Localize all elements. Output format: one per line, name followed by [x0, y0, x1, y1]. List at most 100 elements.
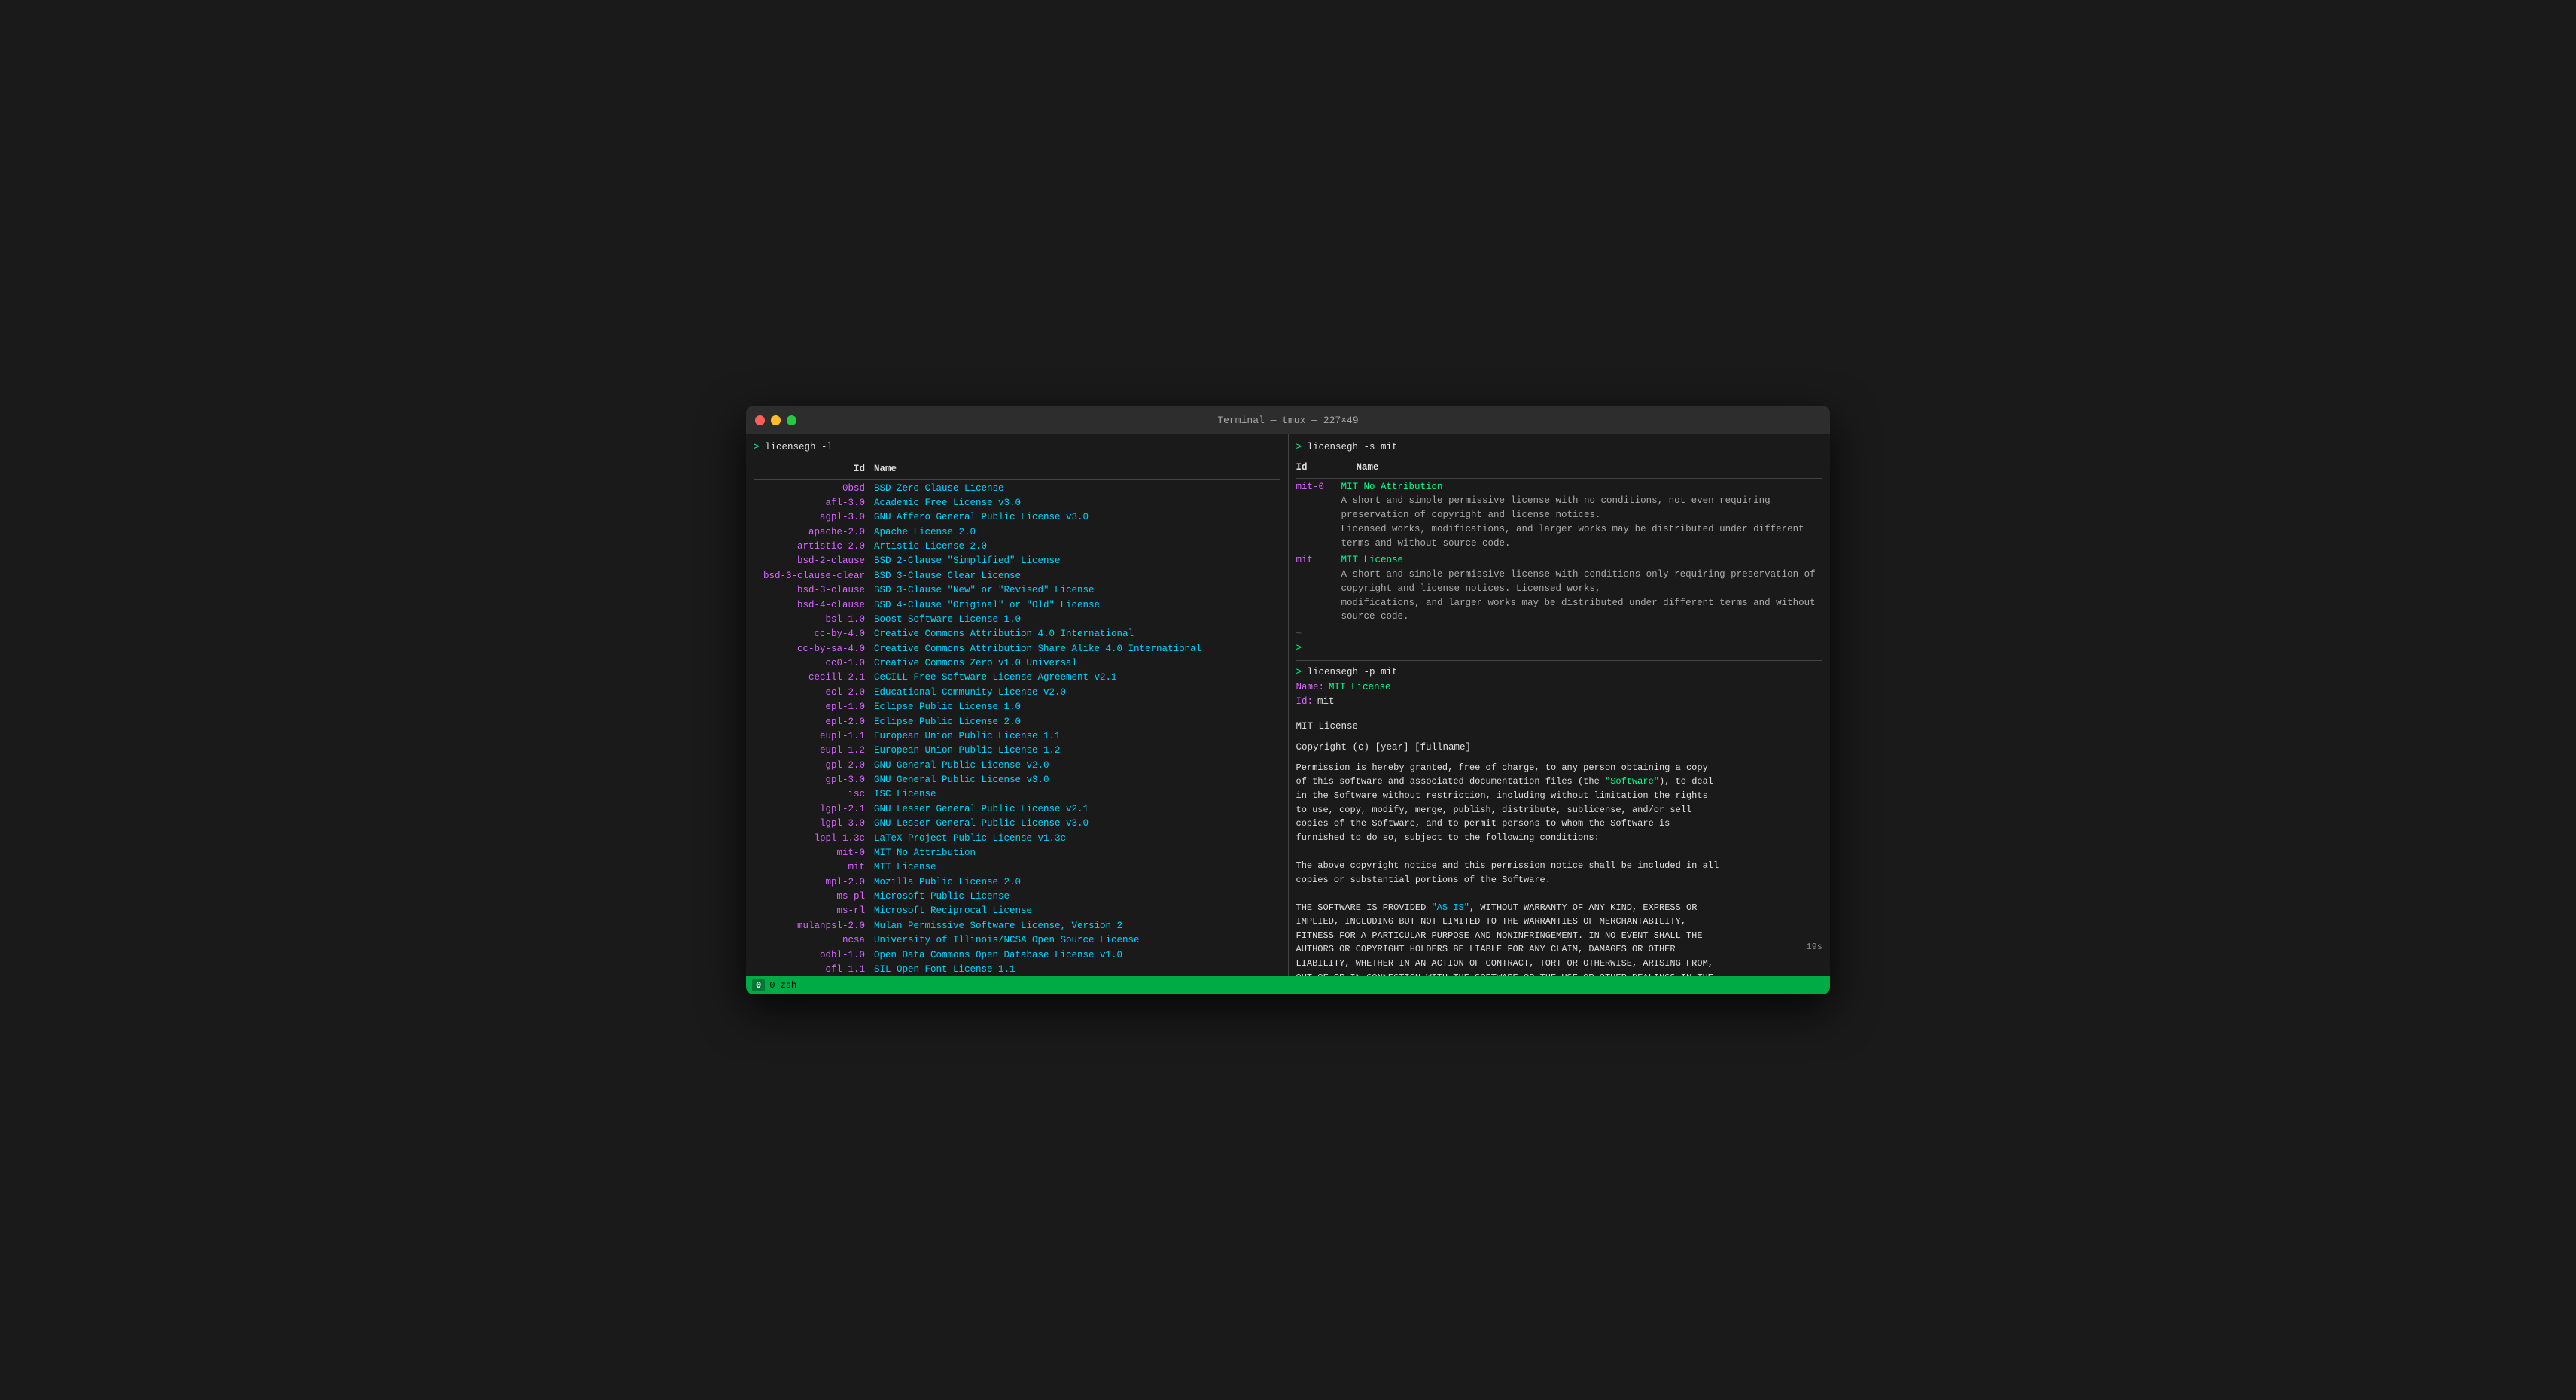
list-item: lppl-1.3cLaTeX Project Public License v1…	[754, 832, 1280, 846]
search-table-header: Id Name	[1296, 458, 1823, 479]
license-row-name: BSD 2-Clause "Simplified" License	[874, 554, 1061, 568]
list-item: iscISC License	[754, 787, 1280, 802]
search-result-2: mit MIT License A short and simple permi…	[1296, 553, 1823, 624]
license-row-name: GNU Affero General Public License v3.0	[874, 510, 1089, 525]
list-item: bsd-4-clauseBSD 4-Clause "Original" or "…	[754, 598, 1280, 613]
license-row-name: GNU General Public License v3.0	[874, 773, 1049, 787]
list-item: ofl-1.1SIL Open Font License 1.1	[754, 963, 1280, 976]
list-item: bsd-3-clauseBSD 3-Clause "New" or "Revis…	[754, 583, 1280, 598]
list-item: bsd-2-clauseBSD 2-Clause "Simplified" Li…	[754, 554, 1280, 568]
license-row-id: gpl-3.0	[754, 773, 874, 787]
list-item: artistic-2.0Artistic License 2.0	[754, 540, 1280, 554]
result-1-id: mit-0	[1296, 480, 1341, 495]
time-indicator: 19s	[1806, 940, 1822, 954]
license-row-name: Eclipse Public License 2.0	[874, 715, 1021, 729]
right-pane[interactable]: > licensegh -s mit Id Name mit-0 MIT No …	[1289, 434, 1831, 976]
list-item: odbl-1.0Open Data Commons Open Database …	[754, 948, 1280, 963]
license-row-id: ms-pl	[754, 890, 874, 904]
list-item: mit-0MIT No Attribution	[754, 846, 1280, 860]
search-command: licensegh -s mit	[1308, 442, 1398, 452]
license-row-id: bsd-3-clause	[754, 583, 874, 598]
list-item: cc0-1.0Creative Commons Zero v1.0 Univer…	[754, 656, 1280, 671]
license-row-name: Eclipse Public License 1.0	[874, 700, 1021, 714]
list-item: epl-2.0Eclipse Public License 2.0	[754, 715, 1280, 729]
search-header-id: Id	[1296, 461, 1357, 475]
license-row-name: Artistic License 2.0	[874, 540, 987, 554]
license-row-id: mit	[754, 860, 874, 875]
list-item: 0bsdBSD Zero Clause License	[754, 482, 1280, 496]
license-row-id: lppl-1.3c	[754, 832, 874, 846]
license-list: 0bsdBSD Zero Clause Licenseafl-3.0Academ…	[754, 482, 1280, 977]
license-row-id: ms-rl	[754, 904, 874, 918]
minimize-button[interactable]	[771, 415, 781, 425]
shell-label: 0 zsh	[769, 980, 796, 991]
left-pane[interactable]: > licensegh -l Id Name 0bsdBSD Zero Clau…	[746, 434, 1289, 976]
license-row-id: odbl-1.0	[754, 948, 874, 963]
search-header-name: Name	[1357, 461, 1379, 475]
result-1-desc2: Licensed works, modifications, and large…	[1296, 522, 1823, 551]
search-prompt-symbol: >	[1296, 442, 1308, 452]
close-button[interactable]	[755, 415, 765, 425]
license-row-id: 0bsd	[754, 482, 874, 496]
traffic-lights	[755, 415, 796, 425]
license-row-id: bsd-2-clause	[754, 554, 874, 568]
list-item: bsd-3-clause-clearBSD 3-Clause Clear Lic…	[754, 569, 1280, 583]
list-item: epl-1.0Eclipse Public License 1.0	[754, 700, 1280, 714]
license-row-name: Boost Software License 1.0	[874, 613, 1021, 627]
license-row-name: LaTeX Project Public License v1.3c	[874, 832, 1066, 846]
license-row-id: ofl-1.1	[754, 963, 874, 976]
license-row-name: MIT No Attribution	[874, 846, 976, 860]
list-item: cecill-2.1CeCILL Free Software License A…	[754, 671, 1280, 685]
print-id-label: Id:	[1296, 695, 1314, 709]
list-item: mpl-2.0Mozilla Public License 2.0	[754, 875, 1280, 890]
license-row-name: Mozilla Public License 2.0	[874, 875, 1021, 890]
license-row-id: apache-2.0	[754, 525, 874, 540]
license-row-name: Open Data Commons Open Database License …	[874, 948, 1122, 963]
list-item: afl-3.0Academic Free License v3.0	[754, 496, 1280, 510]
license-row-name: Academic Free License v3.0	[874, 496, 1021, 510]
search-result-1: mit-0 MIT No Attribution A short and sim…	[1296, 480, 1823, 551]
left-prompt: > licensegh -l	[754, 440, 1280, 455]
license-row-id: ecl-2.0	[754, 686, 874, 700]
license-row-name: Microsoft Public License	[874, 890, 1009, 904]
license-row-id: cc-by-sa-4.0	[754, 642, 874, 656]
list-item: ecl-2.0Educational Community License v2.…	[754, 686, 1280, 700]
list-item: lgpl-3.0GNU Lesser General Public Licens…	[754, 817, 1280, 831]
license-row-name: BSD 4-Clause "Original" or "Old" License	[874, 598, 1100, 613]
result-2-name: MIT License	[1341, 553, 1404, 568]
titlebar: Terminal — tmux — 227×49	[746, 406, 1830, 434]
license-row-name: Creative Commons Zero v1.0 Universal	[874, 656, 1077, 671]
license-row-name: European Union Public License 1.1	[874, 729, 1061, 744]
license-row-name: European Union Public License 1.2	[874, 744, 1061, 758]
terminal-window: Terminal — tmux — 227×49 > licensegh -l …	[746, 406, 1830, 994]
prompt-command: licensegh -l	[765, 442, 833, 452]
license-row-name: MIT License	[874, 860, 936, 875]
divider-1	[1296, 660, 1823, 661]
license-row-id: epl-1.0	[754, 700, 874, 714]
list-item: gpl-3.0GNU General Public License v3.0	[754, 773, 1280, 787]
license-row-name: University of Illinois/NCSA Open Source …	[874, 933, 1140, 948]
license-row-name: Creative Commons Attribution Share Alike…	[874, 642, 1201, 656]
license-row-id: mulanpsl-2.0	[754, 919, 874, 933]
license-row-id: mpl-2.0	[754, 875, 874, 890]
prompt-symbol: >	[754, 442, 765, 452]
license-row-id: artistic-2.0	[754, 540, 874, 554]
list-item: ncsaUniversity of Illinois/NCSA Open Sou…	[754, 933, 1280, 948]
license-row-name: Apache License 2.0	[874, 525, 976, 540]
license-row-id: isc	[754, 787, 874, 802]
list-item: apache-2.0Apache License 2.0	[754, 525, 1280, 540]
search-prompt-line: > licensegh -s mit	[1296, 440, 1823, 455]
header-id: Id	[754, 462, 874, 476]
license-row-name: GNU Lesser General Public License v2.1	[874, 802, 1089, 817]
license-row-id: gpl-2.0	[754, 759, 874, 773]
print-name-label: Name:	[1296, 680, 1325, 695]
license-row-id: ncsa	[754, 933, 874, 948]
license-row-name: GNU General Public License v2.0	[874, 759, 1049, 773]
window-title: Terminal — tmux — 227×49	[1217, 415, 1358, 426]
license-row-name: Microsoft Reciprocal License	[874, 904, 1032, 918]
list-item: cc-by-4.0Creative Commons Attribution 4.…	[754, 627, 1280, 641]
license-row-id: lgpl-3.0	[754, 817, 874, 831]
print-info: Name: MIT License	[1296, 680, 1823, 695]
license-row-name: SIL Open Font License 1.1	[874, 963, 1015, 976]
maximize-button[interactable]	[787, 415, 796, 425]
